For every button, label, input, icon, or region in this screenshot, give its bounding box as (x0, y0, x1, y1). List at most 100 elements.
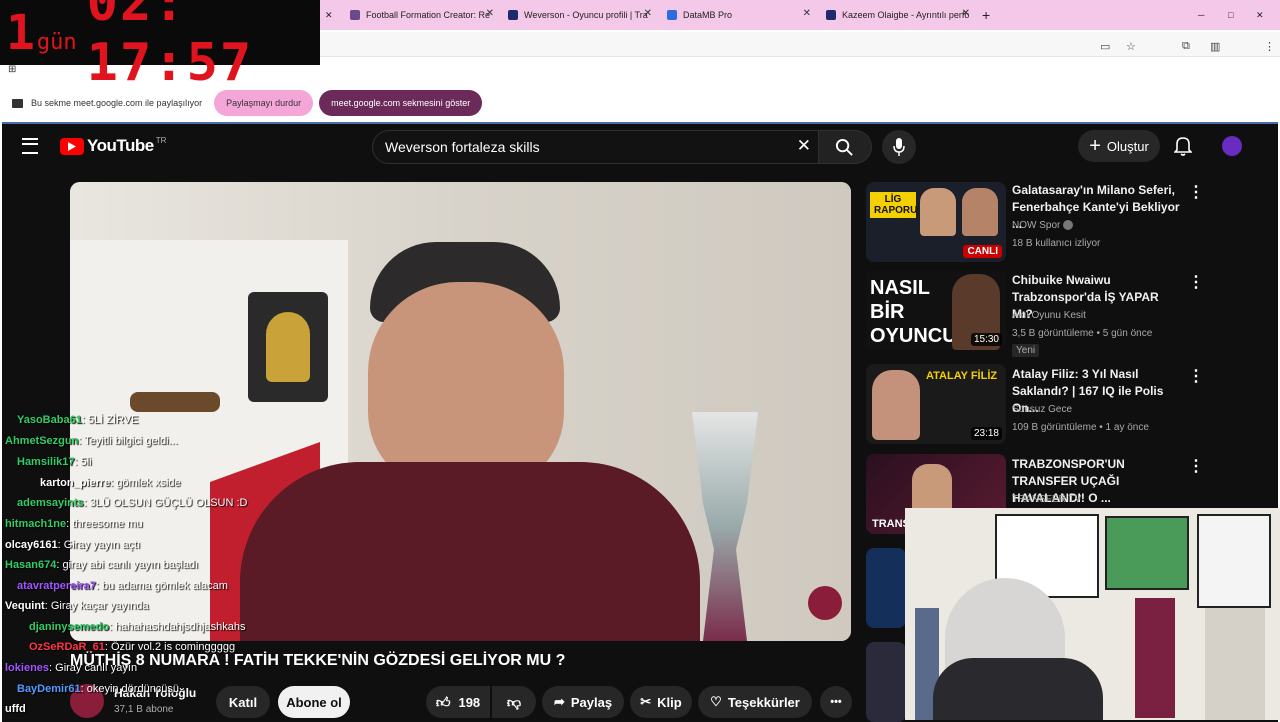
close-icon[interactable]: ✕ (486, 8, 494, 19)
channel-watermark-icon (808, 586, 842, 620)
hamburger-menu-icon[interactable] (22, 138, 38, 154)
rec-thumbnail[interactable]: LİG RAPORU CANLI (866, 182, 1006, 262)
countdown-day: 1gün (6, 4, 77, 61)
rec-meta: 109 B görüntüleme • 1 ay önce (1012, 422, 1149, 433)
tab-weverson[interactable]: Weverson - Oyuncu profili | Tra ✕ (508, 0, 658, 30)
chat-message: Hamsilik17: 5li (17, 456, 92, 468)
share-status-text: Bu sekme meet.google.com ile paylaşılıyo… (31, 98, 203, 108)
rec-channel[interactable]: Akıl Oyunu Kesit (1012, 310, 1086, 321)
chat-message: YasoBaba61: 5Lİ ZİRVE (17, 414, 139, 426)
streamer-shirt (933, 658, 1103, 720)
youtube-logo[interactable]: YouTube TR (60, 136, 166, 156)
thanks-button[interactable]: ♡ Teşekkürler (698, 686, 812, 718)
tab-football-formation[interactable]: Football Formation Creator: Re ✕ (350, 0, 500, 30)
more-options-icon[interactable]: ⋮ (1188, 272, 1204, 292)
clip-button[interactable]: ✂ Klip (630, 686, 692, 718)
share-screen-icon (12, 98, 23, 108)
region-code: TR (155, 136, 167, 145)
address-bar[interactable]: ▭ ☆ ⧉ ▥ ⋮ (320, 32, 1280, 57)
thumb-text: NASIL BİR OYUNCU (870, 277, 957, 347)
ship-model (130, 392, 220, 412)
chat-message: OzSeRDaR_61: Özür vol.2 is cominggggg (29, 641, 236, 653)
tab-favicon-icon (667, 10, 677, 20)
close-icon[interactable]: ✕ (644, 8, 652, 19)
more-options-icon[interactable]: ⋮ (1188, 366, 1204, 386)
maximize-button[interactable]: □ (1228, 0, 1242, 30)
more-options-icon[interactable]: ⋮ (1188, 182, 1204, 202)
shelf (1205, 608, 1265, 720)
close-icon[interactable]: ✕ (962, 8, 970, 19)
rec-thumbnail[interactable] (866, 642, 906, 722)
tab-label: Weverson - Oyuncu profili | Tra (524, 10, 648, 20)
tab-datamb[interactable]: DataMB Pro ✕ (667, 0, 817, 30)
video-title: MÜTHİŞ 8 NUMARA ! FATİH TEKKE'NİN GÖZDES… (70, 652, 566, 669)
thumb-person (962, 188, 998, 236)
rec-channel[interactable]: NOW Spor (1012, 220, 1074, 231)
thumb-text: ATALAY FİLİZ (926, 370, 998, 382)
new-badge: Yeni (1012, 344, 1040, 357)
tab-favicon-icon (826, 10, 836, 20)
dislike-button[interactable]: 👎︎ (492, 686, 536, 718)
share-button[interactable]: ➦ Paylaş (542, 686, 624, 718)
chat-message: djaninysemedo: hahahashdahjsdhjashkahs (29, 621, 246, 633)
rec-thumbnail[interactable]: NASIL BİR OYUNCU 15:30 (866, 270, 1006, 350)
new-tab-button[interactable]: + (982, 0, 996, 30)
rec-meta: 3,5 B görüntüleme • 5 gün önce (1012, 328, 1153, 339)
wall-frame (1105, 516, 1189, 590)
microphone-icon (893, 138, 905, 156)
duration-badge: 15:30 (970, 333, 1002, 346)
thumb-person (872, 370, 920, 440)
rec-channel[interactable]: Sonsuz Gece (1012, 404, 1072, 415)
more-options-icon[interactable]: ⋮ (1188, 456, 1204, 476)
like-count: 198 (458, 694, 481, 710)
tab-kazeem[interactable]: Kazeem Olaigbe - Ayrıntılı perfo ✕ (826, 0, 976, 30)
chat-message: Hasan674: giray abi canlı yayın başladı (5, 559, 199, 571)
search-button[interactable] (818, 130, 872, 164)
thumbs-down-icon: 👎︎ (506, 693, 522, 710)
search-input[interactable]: Weverson fortaleza skills ✕ (372, 130, 820, 164)
webcam-overlay (905, 508, 1280, 720)
clear-search-icon[interactable]: ✕ (797, 136, 811, 156)
minimize-button[interactable]: ─ (1198, 0, 1212, 30)
menu-icon[interactable]: ⋮ (1264, 40, 1275, 53)
more-actions-button[interactable]: ••• (820, 686, 852, 718)
show-meet-tab-button[interactable]: meet.google.com sekmesini göster (319, 90, 483, 116)
tab-label: Football Formation Creator: Re (366, 10, 491, 20)
rec-channel[interactable]: TRANSFER TV (1012, 494, 1081, 505)
subscribe-button[interactable]: Abone ol (278, 686, 350, 718)
thumb-text: LİG RAPORU (870, 192, 917, 218)
video-player[interactable] (70, 182, 851, 641)
extensions-icon[interactable]: ⧉ (1182, 40, 1190, 53)
tab-close-icon[interactable]: ✕ (325, 0, 335, 30)
search-icon (835, 138, 853, 156)
share-label: Paylaş (570, 694, 613, 710)
chat-message: hitmach1ne: threesome mu (5, 518, 143, 530)
apps-grid-icon[interactable]: ⊞ (8, 64, 16, 75)
like-button[interactable]: 👍︎ 198 (426, 686, 490, 718)
youtube-play-icon (60, 137, 84, 155)
screen-share-icon[interactable]: ▭ (1100, 40, 1110, 53)
heart-dollar-icon: ♡ (710, 694, 722, 709)
create-label: Oluştur (1106, 138, 1149, 154)
rec-thumbnail[interactable] (866, 548, 906, 628)
star-icon[interactable]: ☆ (1126, 40, 1136, 53)
rec-thumbnail[interactable]: ATALAY FİLİZ 23:18 (866, 364, 1006, 444)
window-close-button[interactable]: ✕ (1256, 0, 1270, 30)
chat-message: AhmetSezgun: Teyitli bilgici geldi... (5, 435, 178, 447)
avatar[interactable] (1222, 136, 1242, 156)
presenter (240, 242, 700, 641)
notifications-bell-icon[interactable] (1173, 136, 1193, 161)
create-button[interactable]: + Oluştur (1078, 130, 1160, 162)
chat-message: olcay6161: Giray yayın açtı (5, 539, 141, 551)
share-icon: ➦ (553, 694, 565, 709)
stop-sharing-button[interactable]: Paylaşmayı durdur (214, 90, 314, 116)
youtube-header: YouTube TR Weverson fortaleza skills ✕ +… (2, 124, 1278, 168)
sidebar-icon[interactable]: ▥ (1210, 40, 1220, 53)
chat-message: karton_pierre: gömlek xside (40, 477, 181, 489)
logo-text: YouTube (87, 136, 154, 155)
wall-frame (1197, 514, 1271, 608)
voice-search-button[interactable] (882, 130, 916, 164)
countdown-timer: 1gün 02: 17:57 (0, 0, 320, 93)
close-icon[interactable]: ✕ (803, 8, 811, 19)
join-button[interactable]: Katıl (216, 686, 270, 718)
